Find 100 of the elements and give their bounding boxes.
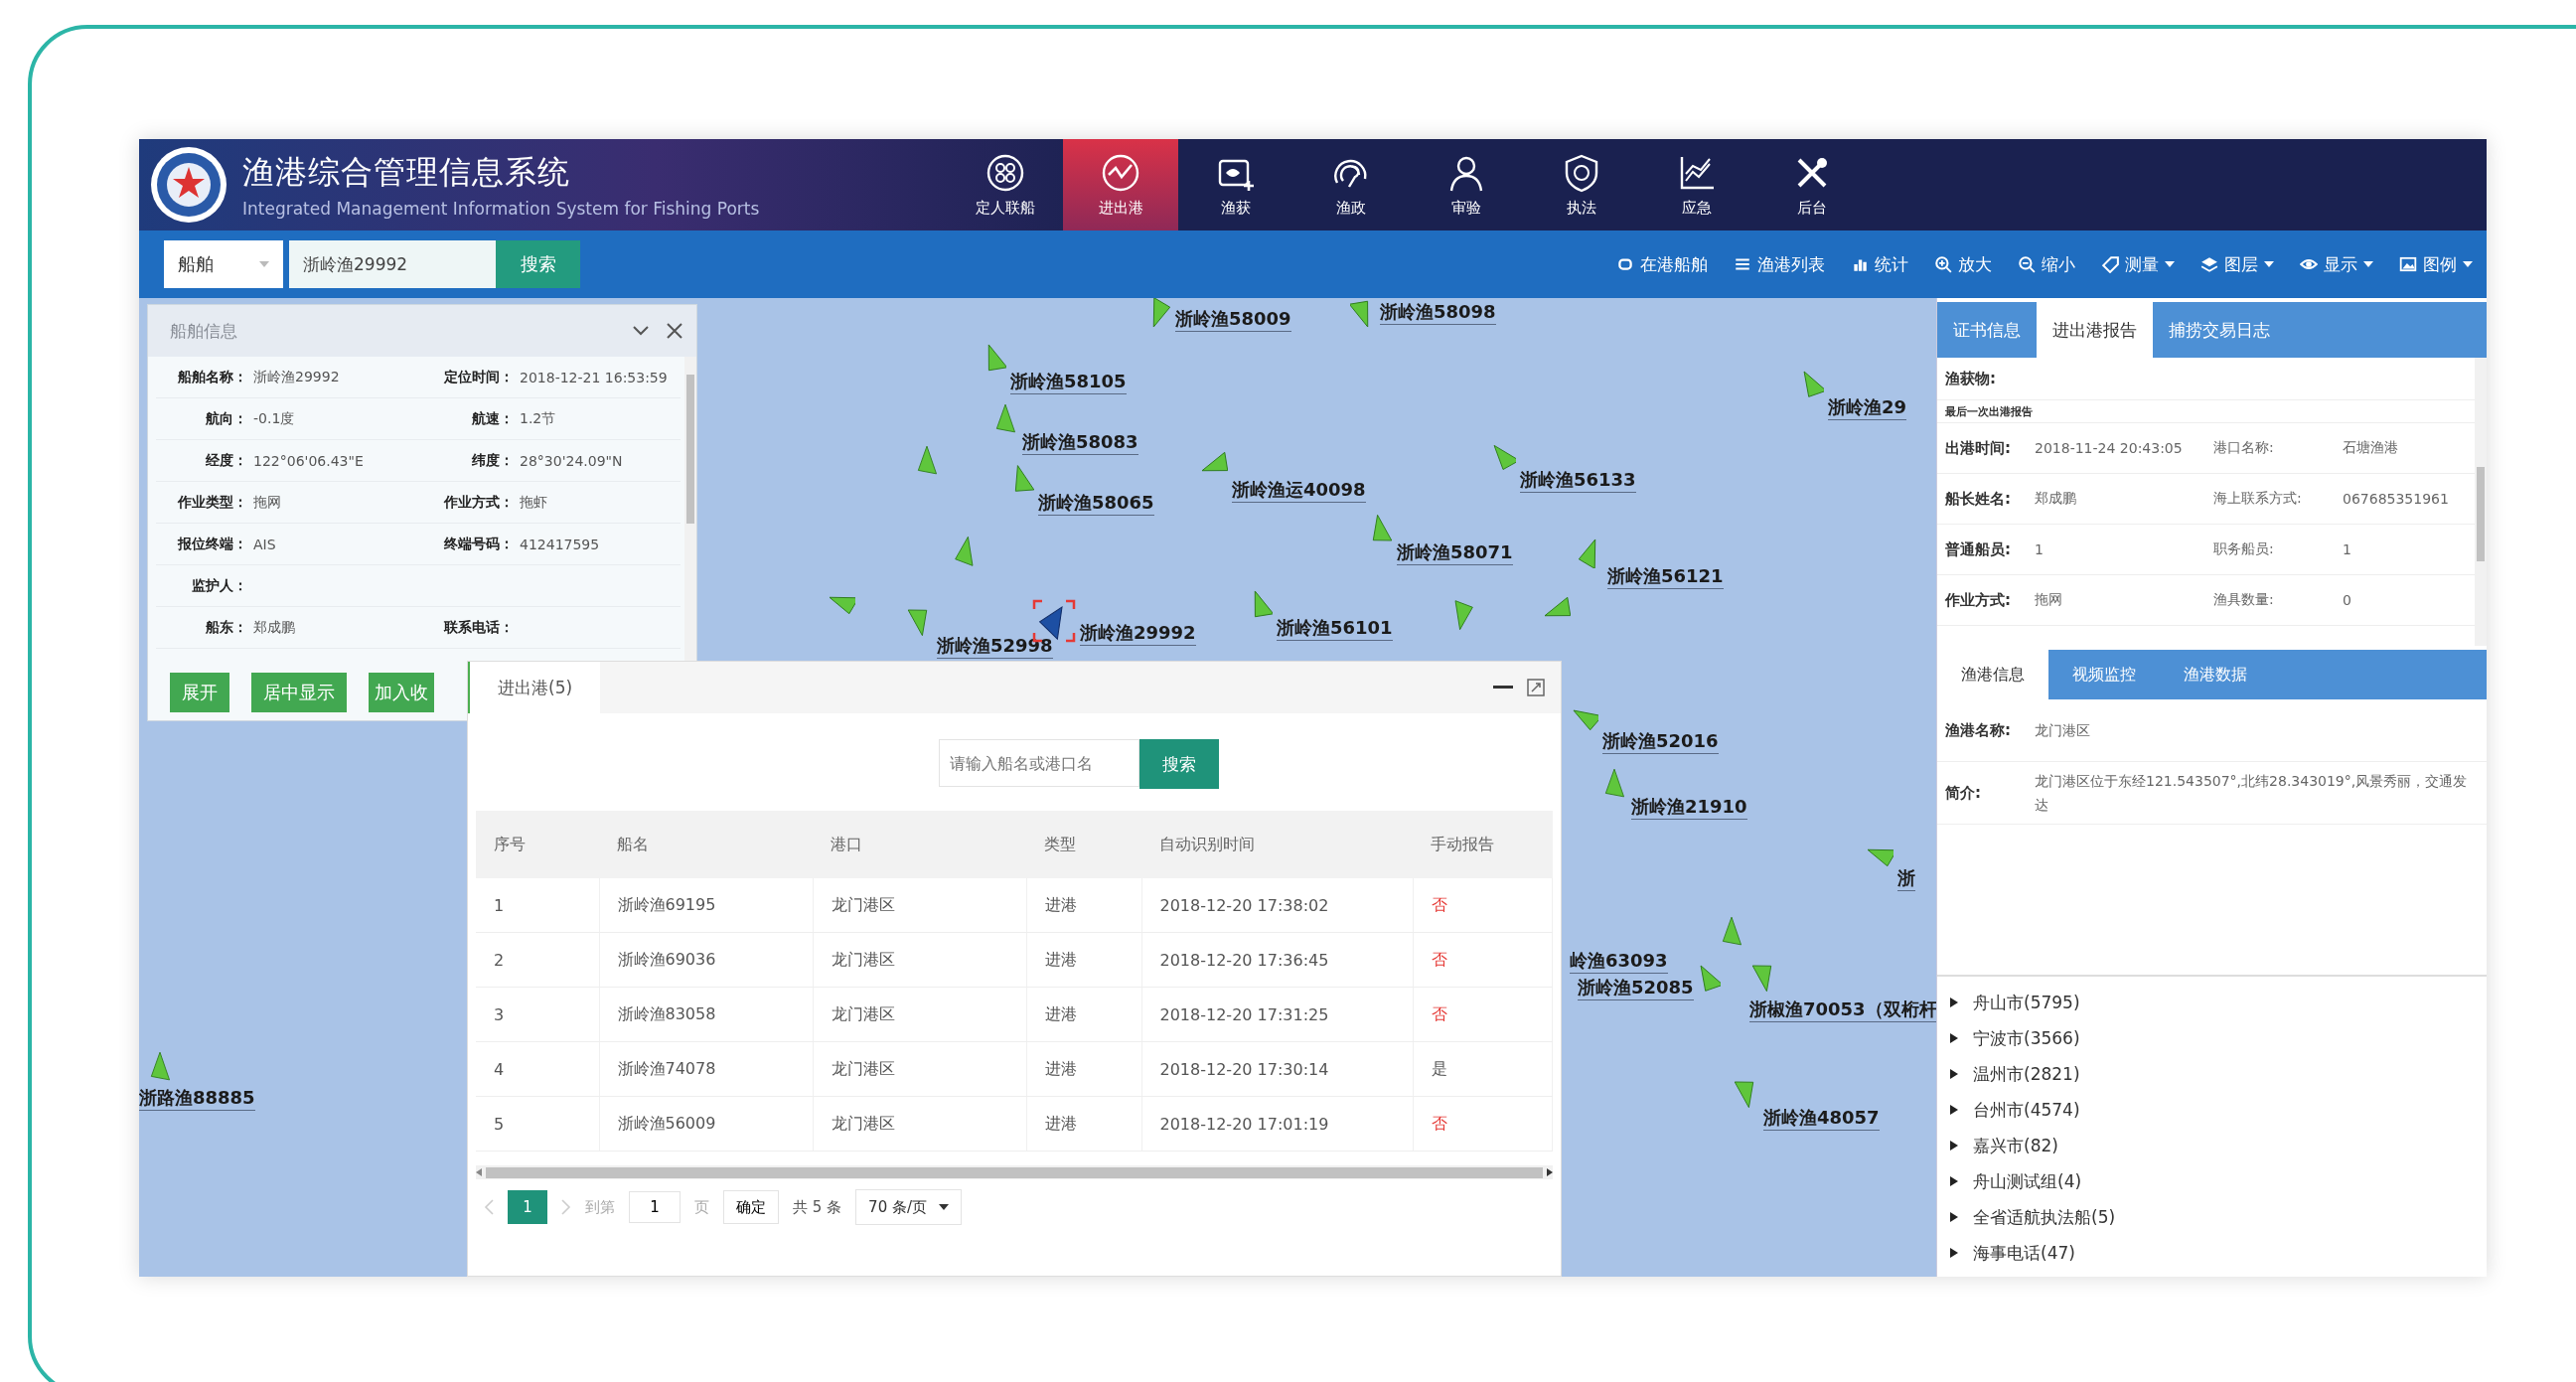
action-button[interactable]: 展开 [170,673,229,712]
field-label: 职务船员: [2213,540,2275,558]
nav-tab[interactable]: 审验 [1409,139,1524,230]
search-button[interactable]: 搜索 [496,240,580,288]
search-field[interactable]: 请输入船名或港口名 [939,739,1139,787]
toolbar-button[interactable]: 放大 [1934,252,1992,276]
nav-tab[interactable]: 定人联船 [948,139,1063,230]
field-value: 郑成鹏 [253,618,296,637]
nav-tab[interactable]: 执法 [1524,139,1639,230]
table-cell: 4 [476,1041,599,1097]
ship-label: 浙岭渔58071 [1397,540,1513,565]
tree-item[interactable]: 温州市(2821) [1949,1056,2080,1092]
ship-label: 浙岭渔52016 [1602,729,1719,754]
panel-tab[interactable]: 捕捞交易日志 [2153,302,2286,358]
table-cell: 否 [1413,878,1553,933]
page-unit: 页 [694,1197,709,1217]
tree-item[interactable]: 台州市(4574) [1949,1092,2080,1128]
field-value: 浙岭渔29992 [253,368,341,386]
column-header[interactable]: 港口 [813,811,1026,878]
ship-label: 浙岭渔29 [1828,395,1907,420]
panel-tab[interactable]: 视频监控 [2048,650,2160,699]
nav-tab[interactable]: 渔获 [1178,139,1293,230]
toolbar-button[interactable]: 统计 [1851,252,1908,276]
table-cell: 龙门港区 [813,987,1026,1042]
action-button[interactable]: 居中显示 [251,673,347,712]
field-label: 航向： [205,409,247,428]
table-cell: 2 [476,932,599,988]
field-label: 普通船员: [1945,539,2012,559]
panel-tab[interactable]: 进出港报告 [2037,302,2153,358]
tree-item[interactable]: 嘉兴市(82) [1949,1128,2058,1163]
table-cell: 浙岭渔69195 [599,878,813,933]
search-button[interactable]: 搜索 [1139,739,1219,789]
field-value: 2018-12-21 16:53:59 [520,369,669,385]
table-cell: 否 [1413,987,1553,1042]
nav-tab[interactable]: 渔政 [1293,139,1409,230]
toolbar-button[interactable]: 测量 [2101,252,2175,276]
table-cell: 龙门港区 [813,1041,1026,1097]
tree-item[interactable]: 宁波市(3566) [1949,1020,2080,1056]
ship-label: 浙路渔88885 [139,1086,255,1111]
nav-tab[interactable]: 进出港 [1063,139,1178,230]
page-input[interactable]: 1 [629,1191,681,1223]
field-label: 海上联系方式: [2213,490,2303,508]
ship-label: 浙岭渔56133 [1520,468,1636,493]
toolbar-button[interactable]: 显示 [2300,252,2373,276]
search-field[interactable]: 浙岭渔29992 [289,240,496,288]
field-label: 船东： [205,618,247,637]
column-header[interactable]: 自动识别时间 [1141,811,1413,878]
table-cell: 2018-12-20 17:38:02 [1141,878,1413,933]
column-header[interactable]: 序号 [476,811,599,878]
toolbar-button[interactable]: 缩小 [2018,252,2075,276]
page-size-select[interactable]: 70 条/页 [855,1189,962,1225]
field-value: 2018-11-24 20:43:05 [2035,440,2184,456]
toolbar-button[interactable]: 在港船舶 [1616,252,1708,276]
toolbar-button[interactable]: 图层 [2200,252,2274,276]
field-label: 联系电话： [442,618,514,637]
field-value: 28°30'24.09"N [520,452,624,469]
field-label: 作业类型： [176,493,247,512]
field-label: 作业方式： [442,493,514,512]
table-cell: 1 [476,878,599,933]
goto-label: 到第 [585,1197,615,1217]
table-cell: 2018-12-20 17:01:19 [1141,1096,1413,1152]
nav-tab[interactable]: 应急 [1639,139,1754,230]
ship-label: 浙岭渔21910 [1631,795,1747,820]
table-cell: 2018-12-20 17:36:45 [1141,932,1413,988]
tree-item[interactable]: 海事电话(47) [1949,1235,2075,1271]
column-header[interactable]: 类型 [1026,811,1141,878]
page-button[interactable]: 1 [508,1190,547,1224]
table-cell: 进港 [1026,987,1141,1042]
category-select[interactable]: 船舶 [164,240,283,288]
panel-tab[interactable]: 证书信息 [1937,302,2037,358]
field-label: 船长姓名: [1945,489,2012,509]
table-cell: 浙岭渔83058 [599,987,813,1042]
toolbar-button[interactable]: 渔港列表 [1734,252,1825,276]
field-label: 渔具数量: [2213,591,2275,609]
column-header[interactable]: 手动报告 [1413,811,1553,878]
ship-label: 浙岭渔58098 [1380,300,1496,325]
ship-label: 浙 [1897,866,1915,891]
ship-label: 浙岭渔56121 [1607,564,1724,589]
nav-tab[interactable]: 后台 [1754,139,1870,230]
column-header[interactable]: 船名 [599,811,813,878]
field-value: 拖网 [2035,591,2063,609]
table-cell: 龙门港区 [813,1096,1026,1152]
toolbar-button[interactable]: 图例 [2399,252,2473,276]
table-cell: 进港 [1026,932,1141,988]
field-value: 石塘渔港 [2343,439,2399,457]
tree-item[interactable]: 舟山市(5795) [1949,985,2080,1020]
tree-item[interactable]: 全省适航执法船(5) [1949,1199,2116,1235]
dialog-tab[interactable]: 进出港(5) [468,662,601,713]
ship-label: 浙岭渔运40098 [1232,478,1366,503]
field-value: 412417595 [520,536,601,552]
panel-title: 船舶信息 [170,319,237,343]
panel-tab[interactable]: 渔港数据 [2160,650,2271,699]
tree-item[interactable]: 舟山测试组(4) [1949,1163,2082,1199]
field-value: 0 [2343,592,2352,608]
confirm-button[interactable]: 确定 [723,1190,779,1224]
action-button[interactable]: 加入收 [369,673,434,712]
table-cell: 浙岭渔69036 [599,932,813,988]
field-value: 拖网 [253,493,282,512]
field-value: 1 [2343,541,2352,557]
table-cell: 3 [476,987,599,1042]
